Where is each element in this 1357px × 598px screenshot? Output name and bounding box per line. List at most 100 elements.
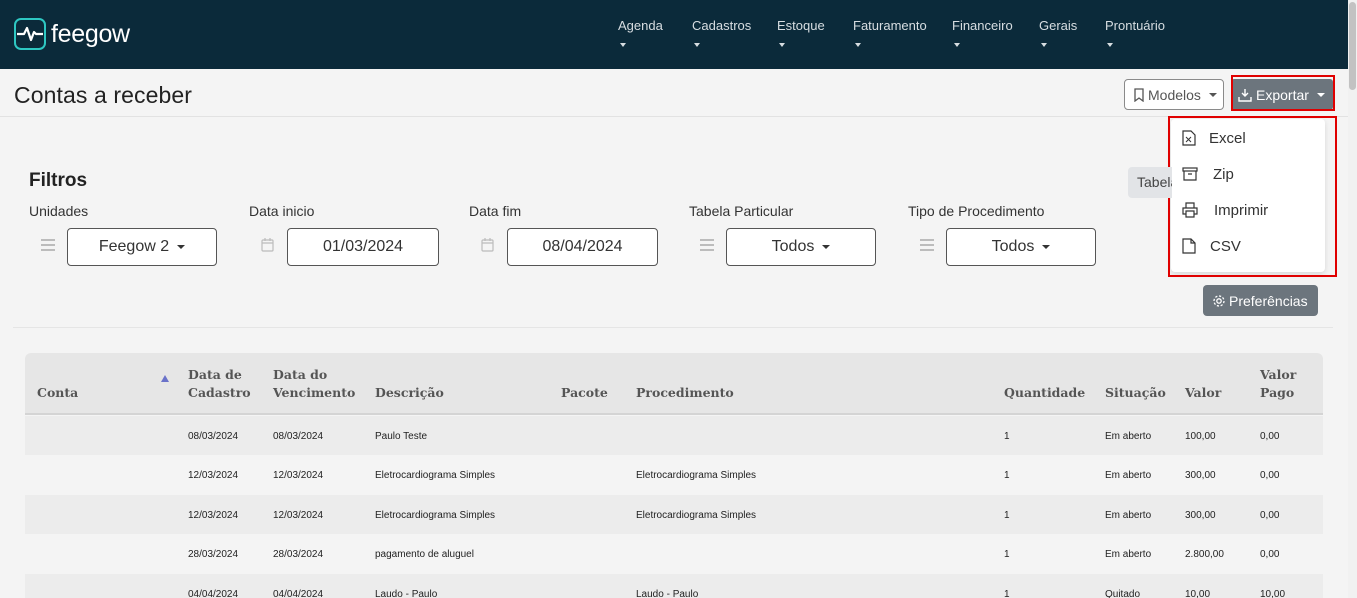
- col-situacao[interactable]: Situação: [1105, 384, 1166, 402]
- cell-descricao: Eletrocardiograma Simples: [375, 470, 496, 481]
- export-csv-item[interactable]: CSV: [1171, 228, 1325, 264]
- export-dropdown-menu: Excel Zip Imprimir CSV: [1171, 119, 1325, 272]
- nav-gerais[interactable]: Gerais: [1039, 18, 1077, 47]
- col-procedimento[interactable]: Procedimento: [636, 384, 734, 402]
- col-valor-pago[interactable]: Valor Pago: [1260, 366, 1296, 402]
- cell-descricao: Paulo Teste: [375, 431, 428, 442]
- nav-label: Gerais: [1039, 18, 1078, 33]
- cell-vencimento: 12/03/2024: [273, 470, 324, 481]
- cell-quantidade: 1: [1004, 549, 1010, 560]
- col-valor[interactable]: Valor: [1185, 384, 1221, 402]
- tabela-particular-value: Todos: [771, 238, 815, 255]
- nav-label: Prontuário: [1105, 18, 1165, 33]
- tab-tabela[interactable]: Tabela: [1128, 167, 1172, 198]
- scrollbar-thumb[interactable]: [1349, 2, 1356, 90]
- table-row[interactable]: 12/03/2024 12/03/2024 Eletrocardiograma …: [25, 495, 1323, 535]
- data-fim-input[interactable]: 08/04/2024: [507, 228, 658, 266]
- cell-valor-pago: 0,00: [1260, 470, 1280, 481]
- col-valor-pago-line1: Valor: [1260, 367, 1297, 382]
- file-icon: [1182, 238, 1196, 254]
- tabela-particular-select[interactable]: Todos: [726, 228, 876, 266]
- cell-cadastro: 12/03/2024: [188, 470, 239, 481]
- nav-prontuario[interactable]: Prontuário: [1105, 18, 1165, 47]
- cell-vencimento: 12/03/2024: [273, 510, 324, 521]
- nav-label: Financeiro: [952, 18, 1013, 33]
- data-fim-label: Data fim: [469, 203, 522, 219]
- data-inicio-input[interactable]: 01/03/2024: [287, 228, 439, 266]
- preferences-button[interactable]: Preferências: [1203, 285, 1318, 316]
- caret-down-icon: [1208, 92, 1217, 97]
- nav-faturamento[interactable]: Faturamento: [853, 18, 927, 47]
- col-pacote[interactable]: Pacote: [561, 384, 608, 402]
- export-zip-label: Zip: [1213, 165, 1234, 183]
- chevron-down-icon: [954, 43, 960, 47]
- nav-agenda[interactable]: Agenda: [618, 18, 663, 47]
- cell-quantidade: 1: [1004, 589, 1010, 598]
- nav-estoque[interactable]: Estoque: [777, 18, 825, 47]
- table-row[interactable]: 12/03/2024 12/03/2024 Eletrocardiograma …: [25, 455, 1323, 495]
- cell-cadastro: 08/03/2024: [188, 431, 239, 442]
- export-excel-item[interactable]: Excel: [1171, 120, 1325, 156]
- export-button-label: Exportar: [1256, 86, 1309, 103]
- sort-ascending-icon[interactable]: [161, 375, 169, 382]
- col-data-cadastro[interactable]: Data de Cadastro: [188, 366, 251, 402]
- export-zip-item[interactable]: Zip: [1171, 156, 1325, 192]
- archive-icon: [1182, 167, 1198, 181]
- unidades-label: Unidades: [29, 203, 89, 219]
- section-divider: [13, 327, 1333, 328]
- list-icon: [700, 239, 714, 251]
- cell-valor-pago: 0,00: [1260, 549, 1280, 560]
- models-button[interactable]: Modelos: [1124, 79, 1224, 110]
- col-conta[interactable]: Conta: [37, 384, 78, 402]
- data-inicio-label: Data inicio: [249, 203, 315, 219]
- caret-down-icon: [1316, 92, 1325, 97]
- unidades-select[interactable]: Feegow 2: [67, 228, 217, 266]
- table-row[interactable]: 08/03/2024 08/03/2024 Paulo Teste 1 Em a…: [25, 416, 1323, 456]
- models-button-label: Modelos: [1148, 86, 1201, 103]
- nav-label: Cadastros: [692, 18, 752, 33]
- chevron-down-icon: [1041, 43, 1047, 47]
- unidades-value: Feegow 2: [98, 238, 170, 255]
- page-scrollbar[interactable]: [1348, 0, 1357, 598]
- col-data-vencimento[interactable]: Data do Vencimento: [273, 366, 355, 402]
- excel-file-icon: [1182, 130, 1196, 146]
- cell-situacao: Em aberto: [1105, 510, 1152, 521]
- top-navbar: feegow Agenda Cadastros Estoque Faturame…: [0, 0, 1348, 69]
- col-quantidade[interactable]: Quantidade: [1004, 384, 1085, 402]
- cell-situacao: Em aberto: [1105, 431, 1152, 442]
- cell-quantidade: 1: [1004, 510, 1010, 521]
- calendar-icon: [481, 238, 494, 252]
- page-header: Contas a receber Modelos Exportar: [0, 69, 1348, 117]
- cell-valor-pago: 10,00: [1260, 589, 1286, 598]
- cell-valor: 300,00: [1185, 510, 1216, 521]
- caret-down-icon: [1042, 245, 1051, 249]
- list-icon: [41, 239, 55, 251]
- calendar-icon: [261, 238, 274, 252]
- cell-quantidade: 1: [1004, 470, 1010, 481]
- cell-procedimento: Eletrocardiograma Simples: [636, 510, 757, 521]
- cell-valor: 300,00: [1185, 470, 1216, 481]
- cell-vencimento: 28/03/2024: [273, 549, 324, 560]
- export-excel-label: Excel: [1209, 129, 1246, 147]
- cell-valor-pago: 0,00: [1260, 431, 1280, 442]
- gear-icon: [1213, 294, 1225, 307]
- cell-procedimento: Laudo - Paulo: [636, 589, 699, 598]
- export-button[interactable]: Exportar: [1231, 79, 1333, 110]
- bookmark-icon: [1134, 87, 1144, 102]
- nav-financeiro[interactable]: Financeiro: [952, 18, 1013, 47]
- chevron-down-icon: [694, 43, 700, 47]
- caret-down-icon: [822, 245, 831, 249]
- col-descricao[interactable]: Descrição: [375, 384, 444, 402]
- cell-procedimento: Eletrocardiograma Simples: [636, 470, 757, 481]
- cell-descricao: Eletrocardiograma Simples: [375, 510, 496, 521]
- chevron-down-icon: [855, 43, 861, 47]
- page-title: Contas a receber: [14, 82, 193, 108]
- table-row[interactable]: 04/04/2024 04/04/2024 Laudo - Paulo Laud…: [25, 574, 1323, 598]
- data-fim-value: 08/04/2024: [542, 238, 623, 255]
- nav-cadastros[interactable]: Cadastros: [692, 18, 751, 47]
- export-print-item[interactable]: Imprimir: [1171, 192, 1325, 228]
- col-valor-pago-line2: Pago: [1260, 385, 1295, 400]
- table-row[interactable]: 28/03/2024 28/03/2024 pagamento de alugu…: [25, 534, 1323, 574]
- tipo-procedimento-label: Tipo de Procedimento: [908, 203, 1045, 219]
- tipo-procedimento-select[interactable]: Todos: [946, 228, 1096, 266]
